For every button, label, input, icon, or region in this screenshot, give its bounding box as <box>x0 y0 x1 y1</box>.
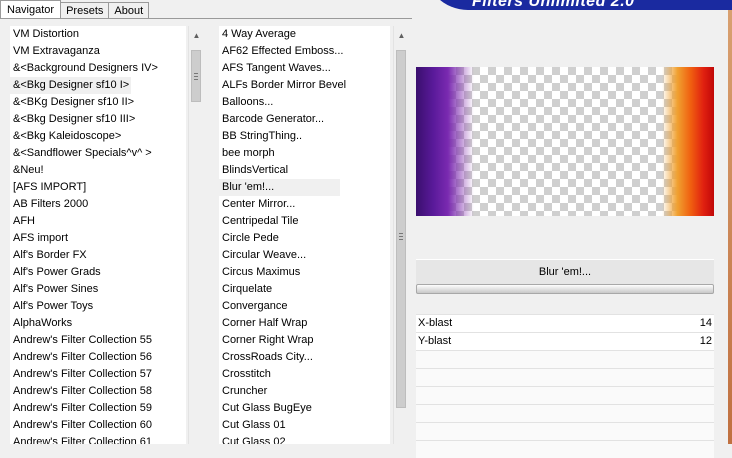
filter-list-item[interactable]: Balloons... <box>219 94 346 111</box>
param-row-empty <box>416 350 714 368</box>
filter-list-item[interactable]: bee morph <box>219 145 346 162</box>
selected-filter-label: Blur 'em!... <box>416 259 714 284</box>
category-list-item[interactable]: &<Bkg Designer sf10 III> <box>10 111 158 128</box>
category-list-item[interactable]: Alf's Power Grads <box>10 264 158 281</box>
grip-line <box>194 79 198 80</box>
category-list-item[interactable]: &<BKg Designer sf10 II> <box>10 94 158 111</box>
filter-list-item[interactable]: BB StringThing.. <box>219 128 346 145</box>
filter-list-item[interactable]: Centripedal Tile <box>219 213 346 230</box>
category-list-item[interactable]: AFS import <box>10 230 158 247</box>
category-list-item[interactable]: &<Sandflower Specials^v^ > <box>10 145 158 162</box>
category-scrollbar[interactable]: ▲ <box>188 26 203 444</box>
tab-bar: Navigator Presets About <box>0 0 150 18</box>
filter-list-item[interactable]: Corner Half Wrap <box>219 315 346 332</box>
param-row-y-blast[interactable]: Y-blast 12 <box>416 332 714 350</box>
filter-list-item[interactable]: Cut Glass 01 <box>219 417 346 434</box>
param-row-empty <box>416 386 714 404</box>
filter-list-item[interactable]: Corner Right Wrap <box>219 332 346 349</box>
filter-list-item[interactable]: Convergance <box>219 298 346 315</box>
param-row-empty <box>416 440 714 458</box>
grip-line <box>194 73 198 74</box>
grip-line <box>399 233 403 234</box>
category-list-item[interactable]: &Neu! <box>10 162 158 179</box>
app-logo: Filters Unlimited 2.0 <box>424 0 732 10</box>
filter-list-item[interactable]: Crosstitch <box>219 366 346 383</box>
filter-list-item[interactable]: AFS Tangent Waves... <box>219 60 346 77</box>
param-row-empty <box>416 422 714 440</box>
category-list-item[interactable]: &<Bkg Kaleidoscope> <box>10 128 158 145</box>
param-value: 12 <box>699 335 712 347</box>
tab-navigator[interactable]: Navigator <box>0 0 62 18</box>
category-list-item[interactable]: Andrew's Filter Collection 58 <box>10 383 158 400</box>
grip-line <box>399 236 403 237</box>
filter-list-item[interactable]: 4 Way Average <box>219 26 346 43</box>
filter-list-item[interactable]: Circular Weave... <box>219 247 346 264</box>
filter-list-item[interactable]: Center Mirror... <box>219 196 346 213</box>
filter-progress-bar <box>416 284 714 294</box>
category-list-item[interactable]: &<Background Designers IV> <box>10 60 158 77</box>
tab-about[interactable]: About <box>108 2 150 18</box>
category-list-item[interactable]: VM Extravaganza <box>10 43 158 60</box>
filter-list-item[interactable]: Cut Glass 02 <box>219 434 346 444</box>
filter-scroll-thumb[interactable] <box>396 50 406 408</box>
filter-list-item[interactable]: CrossRoads City... <box>219 349 346 366</box>
filter-list-item[interactable]: AF62 Effected Emboss... <box>219 43 346 60</box>
category-list[interactable]: VM Distortion VM Extravaganza &<Background… <box>10 26 186 444</box>
grip-line <box>399 239 403 240</box>
category-list-item[interactable]: Alf's Border FX <box>10 247 158 264</box>
param-label: Y-blast <box>418 335 452 347</box>
tab-presets[interactable]: Presets <box>60 2 110 18</box>
category-list-item[interactable]: &<Bkg Designer sf10 I> <box>10 77 131 94</box>
filter-list-item[interactable]: Cruncher <box>219 383 346 400</box>
preview-left-gradient <box>416 67 474 216</box>
tab-divider <box>0 18 412 19</box>
category-list-item[interactable]: Andrew's Filter Collection 56 <box>10 349 158 366</box>
grip-line <box>194 76 198 77</box>
param-row-empty <box>416 368 714 386</box>
category-list-item[interactable]: [AFS IMPORT] <box>10 179 158 196</box>
filter-scrollbar[interactable]: ▲ <box>393 26 408 444</box>
category-list-item[interactable]: Andrew's Filter Collection 55 <box>10 332 158 349</box>
category-list-item[interactable]: AlphaWorks <box>10 315 158 332</box>
category-list-item[interactable]: VM Distortion <box>10 26 158 43</box>
param-row-x-blast[interactable]: X-blast 14 <box>416 314 714 332</box>
category-list-item[interactable]: Alf's Power Toys <box>10 298 158 315</box>
param-row-empty <box>416 404 714 422</box>
filter-list-item[interactable]: Cut Glass BugEye <box>219 400 346 417</box>
filter-list-item[interactable]: Barcode Generator... <box>219 111 346 128</box>
filter-list-item[interactable]: BlindsVertical <box>219 162 346 179</box>
category-list-item[interactable]: Andrew's Filter Collection 59 <box>10 400 158 417</box>
preview-image <box>416 67 714 216</box>
category-list-item[interactable]: Andrew's Filter Collection 57 <box>10 366 158 383</box>
category-scroll-thumb[interactable] <box>191 50 201 102</box>
scroll-up-arrow-icon[interactable]: ▲ <box>394 28 409 43</box>
category-list-item[interactable]: Andrew's Filter Collection 61 <box>10 434 158 444</box>
logo-title: Filters Unlimited 2.0 <box>472 0 635 10</box>
category-list-item[interactable]: Alf's Power Sines <box>10 281 158 298</box>
scroll-up-arrow-icon[interactable]: ▲ <box>189 28 204 43</box>
filter-list-item[interactable]: ALFs Border Mirror Bevel <box>219 77 346 94</box>
param-value: 14 <box>699 317 712 329</box>
category-list-item[interactable]: AB Filters 2000 <box>10 196 158 213</box>
preview-right-gradient <box>662 67 714 216</box>
filter-list-item[interactable]: Circus Maximus <box>219 264 346 281</box>
category-list-item[interactable]: AFH <box>10 213 158 230</box>
filter-list-item[interactable]: Cirquelate <box>219 281 346 298</box>
filter-list[interactable]: 4 Way Average AF62 Effected Emboss... AFS … <box>219 26 390 444</box>
filter-list-item[interactable]: Blur 'em!... <box>219 179 340 196</box>
param-label: X-blast <box>418 317 453 329</box>
parameter-table: X-blast 14 Y-blast 12 <box>416 314 714 458</box>
category-list-item[interactable]: Andrew's Filter Collection 60 <box>10 417 158 434</box>
filter-list-item[interactable]: Circle Pede <box>219 230 346 247</box>
window-edge <box>728 10 732 444</box>
